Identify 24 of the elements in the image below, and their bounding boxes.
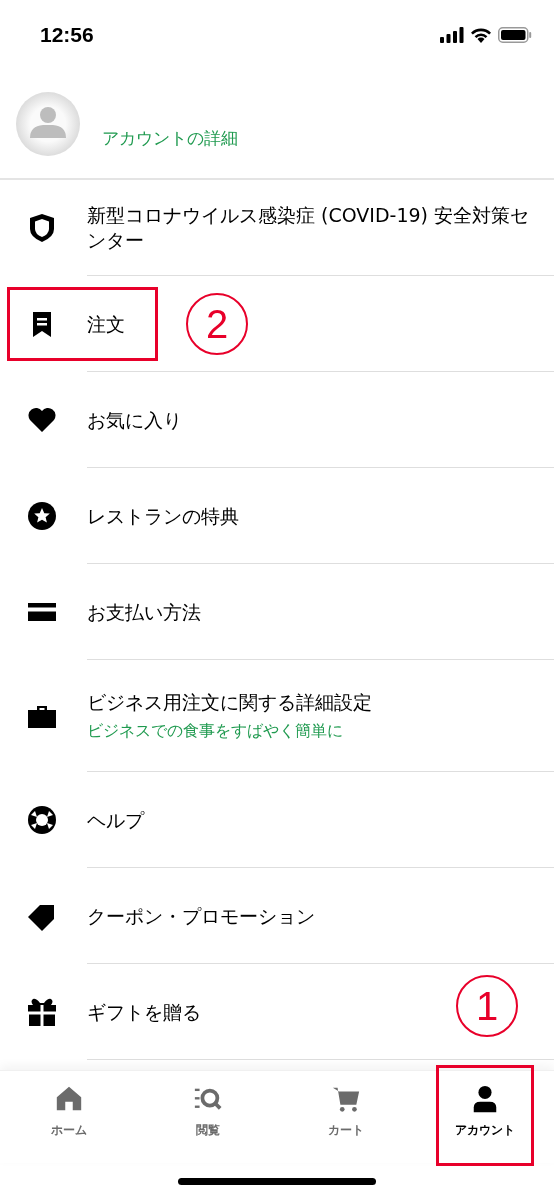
tab[interactable]: ホーム — [34, 1065, 105, 1160]
menu-item[interactable]: ヘルプ — [87, 807, 144, 833]
tab[interactable]: アカウント — [435, 1065, 534, 1166]
callout-number: 1 — [456, 975, 518, 1037]
lifebuoy-icon — [26, 804, 58, 836]
account-details-link[interactable]: アカウントの詳細 — [102, 126, 238, 150]
avatar — [16, 92, 80, 156]
battery-icon — [498, 27, 532, 43]
menu-item[interactable]: ギフトを贈る — [87, 999, 201, 1025]
clock-time: 12:56 — [40, 23, 94, 47]
gift-icon — [26, 996, 58, 1028]
callout-number: 2 — [186, 293, 248, 355]
menu-subtitle: ビジネスでの食事をすばやく簡単に — [87, 721, 344, 742]
signal-icon — [440, 27, 464, 43]
menu-item[interactable]: 注文 — [87, 311, 125, 337]
menu-item[interactable]: レストランの特典 — [87, 503, 239, 529]
tab[interactable]: 閲覧 — [175, 1065, 240, 1160]
menu-item[interactable]: お支払い方法 — [87, 599, 201, 625]
wifi-icon — [470, 27, 492, 43]
menu-item[interactable]: クーポン・プロモーション — [87, 903, 315, 929]
menu-item[interactable]: 新型コロナウイルス感染症 (COVID-19) 安全対策センター — [87, 203, 539, 253]
tab[interactable]: カート — [311, 1065, 382, 1160]
menu-item[interactable]: ビジネス用注文に関する詳細設定 — [87, 690, 372, 715]
menu-item[interactable]: お気に入り — [87, 407, 182, 433]
